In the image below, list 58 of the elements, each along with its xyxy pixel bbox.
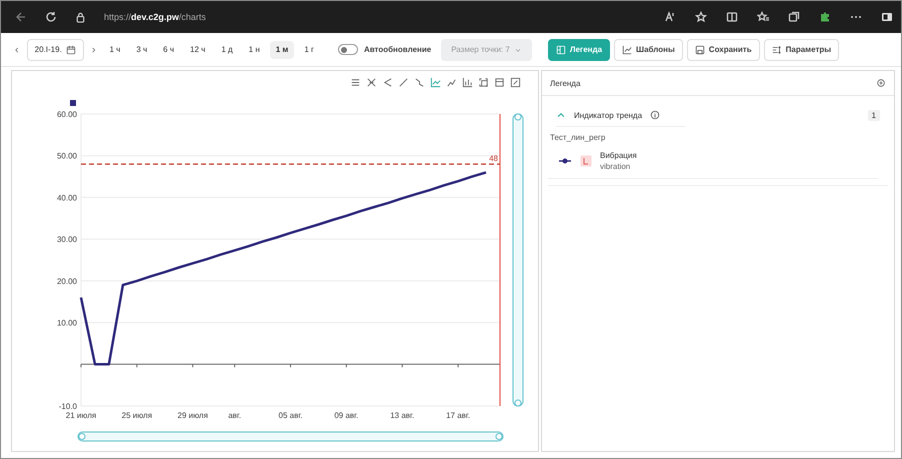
panel-title: Легенда <box>550 78 580 88</box>
split-screen-icon[interactable] <box>726 11 738 23</box>
collections-icon[interactable] <box>788 11 800 23</box>
axis-label: 13 авг. <box>390 411 414 420</box>
axis-label: 40.00 <box>56 193 77 202</box>
axis-label: 09 авг. <box>334 411 358 420</box>
reload-icon[interactable] <box>45 11 57 23</box>
line-tool-icon[interactable] <box>398 77 409 88</box>
axis-label: -10.0 <box>58 402 77 411</box>
read-aloud-icon[interactable] <box>664 11 676 23</box>
sliders-icon <box>772 44 782 54</box>
back-icon[interactable] <box>15 11 27 23</box>
bar-chart-icon[interactable] <box>462 77 473 88</box>
sidebar-icon[interactable] <box>881 11 893 23</box>
axis-label: 10.00 <box>56 318 77 328</box>
toggle-switch[interactable] <box>338 44 358 55</box>
series-tag: vibration <box>600 161 637 172</box>
star-icon[interactable] <box>695 11 707 23</box>
count-badge: 1 <box>868 110 880 120</box>
legend-marker <box>70 100 76 106</box>
zoom-icon[interactable] <box>478 77 489 88</box>
data-view-icon[interactable] <box>350 77 361 88</box>
date-range-field[interactable]: 20.I-19. <box>26 38 84 60</box>
chart-button[interactable]: Шаблоны <box>614 38 683 60</box>
pin-icon[interactable] <box>876 78 886 88</box>
axis-label: 17 авг. <box>446 411 470 420</box>
axis-label: 29 июля <box>178 411 208 420</box>
info-icon <box>650 110 660 120</box>
extension-icon[interactable] <box>819 11 831 23</box>
vertical-zoom-slider[interactable] <box>512 114 524 406</box>
group-title: Индикатор тренда <box>574 110 642 120</box>
horizontal-zoom-slider[interactable] <box>78 432 504 442</box>
line-chart-icon[interactable] <box>430 77 441 88</box>
axis-label: 25 июля <box>122 411 152 420</box>
chevron-icon[interactable] <box>556 110 566 120</box>
calendar-icon <box>66 44 76 54</box>
group-subtitle: Тест_лин_регр <box>549 132 606 144</box>
axis-label: авг. <box>228 411 242 420</box>
step-icon[interactable] <box>414 77 425 88</box>
axis-label: 20.00 <box>56 276 77 286</box>
series-name: Вибрация <box>600 150 637 161</box>
axis-label: 60.00 <box>56 110 77 119</box>
axis-label: 21 июля <box>66 411 96 420</box>
save-icon <box>694 44 705 54</box>
trend-icon[interactable] <box>446 77 457 88</box>
url-field[interactable]: https://dev.c2g.pw/charts <box>104 12 206 22</box>
chart-icon <box>622 44 632 54</box>
axis-label: 05 авг. <box>278 411 302 420</box>
save-button[interactable]: Сохранить <box>686 38 760 60</box>
threshold-label: 48 <box>489 154 498 164</box>
favorites-icon[interactable] <box>757 11 769 23</box>
lock-icon <box>75 12 86 22</box>
sliders-button[interactable]: Параметры <box>764 38 840 60</box>
period-tab[interactable]: 1 м <box>270 40 294 58</box>
toggle-label: Автообновление <box>364 45 432 54</box>
axis-label: 30.00 <box>56 235 77 244</box>
axis-label: 50.00 <box>56 152 77 161</box>
legend-icon <box>556 44 566 54</box>
